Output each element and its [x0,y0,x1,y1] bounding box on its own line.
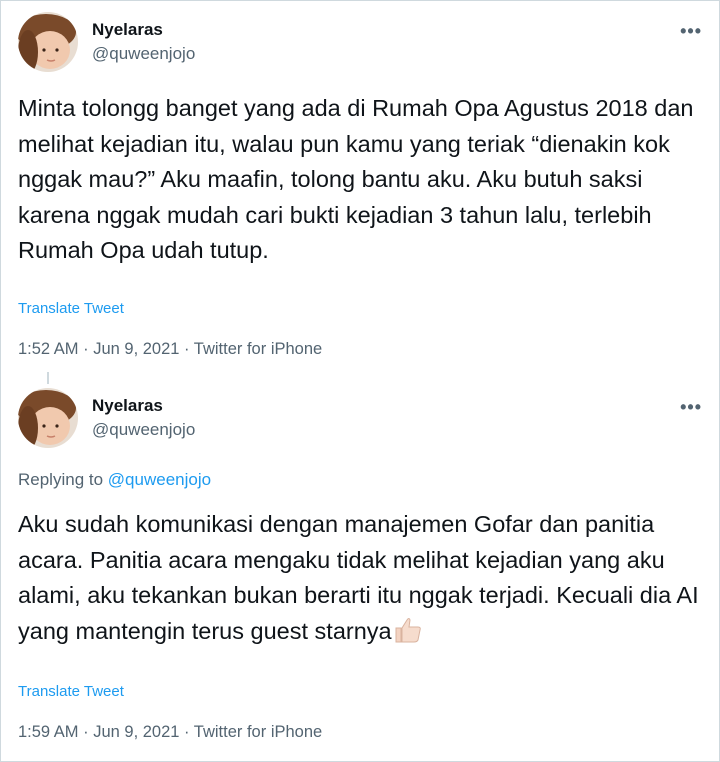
translate-tweet-link[interactable]: Translate Tweet [18,300,124,317]
avatar[interactable] [18,12,78,72]
user-handle[interactable]: @quweenjojo [92,44,195,64]
replying-to-label: Replying to [18,470,104,489]
more-dots-icon[interactable]: ••• [680,22,702,40]
tweet-text: Aku sudah komunikasi dengan manajemen Go… [18,511,699,644]
display-name[interactable]: Nyelaras [92,20,163,40]
display-name[interactable]: Nyelaras [92,396,163,416]
replying-to-handle[interactable]: @quweenjojo [108,470,211,489]
translate-tweet-link[interactable]: Translate Tweet [18,683,124,700]
tweet-text: Minta tolongg banget yang ada di Rumah O… [18,95,694,263]
avatar[interactable] [18,388,78,448]
replying-to: Replying to @quweenjojo [18,470,211,490]
thread-connector-line [47,372,49,384]
tweet-timestamp[interactable]: 1:52 AM · Jun 9, 2021 · Twitter for iPho… [18,340,322,359]
more-dots-icon[interactable]: ••• [680,398,702,416]
user-handle[interactable]: @quweenjojo [92,420,195,440]
thumbs-up-icon [392,617,422,654]
tweet-timestamp[interactable]: 1:59 AM · Jun 9, 2021 · Twitter for iPho… [18,723,322,742]
tweet-text-container: Aku sudah komunikasi dengan manajemen Go… [18,507,708,653]
